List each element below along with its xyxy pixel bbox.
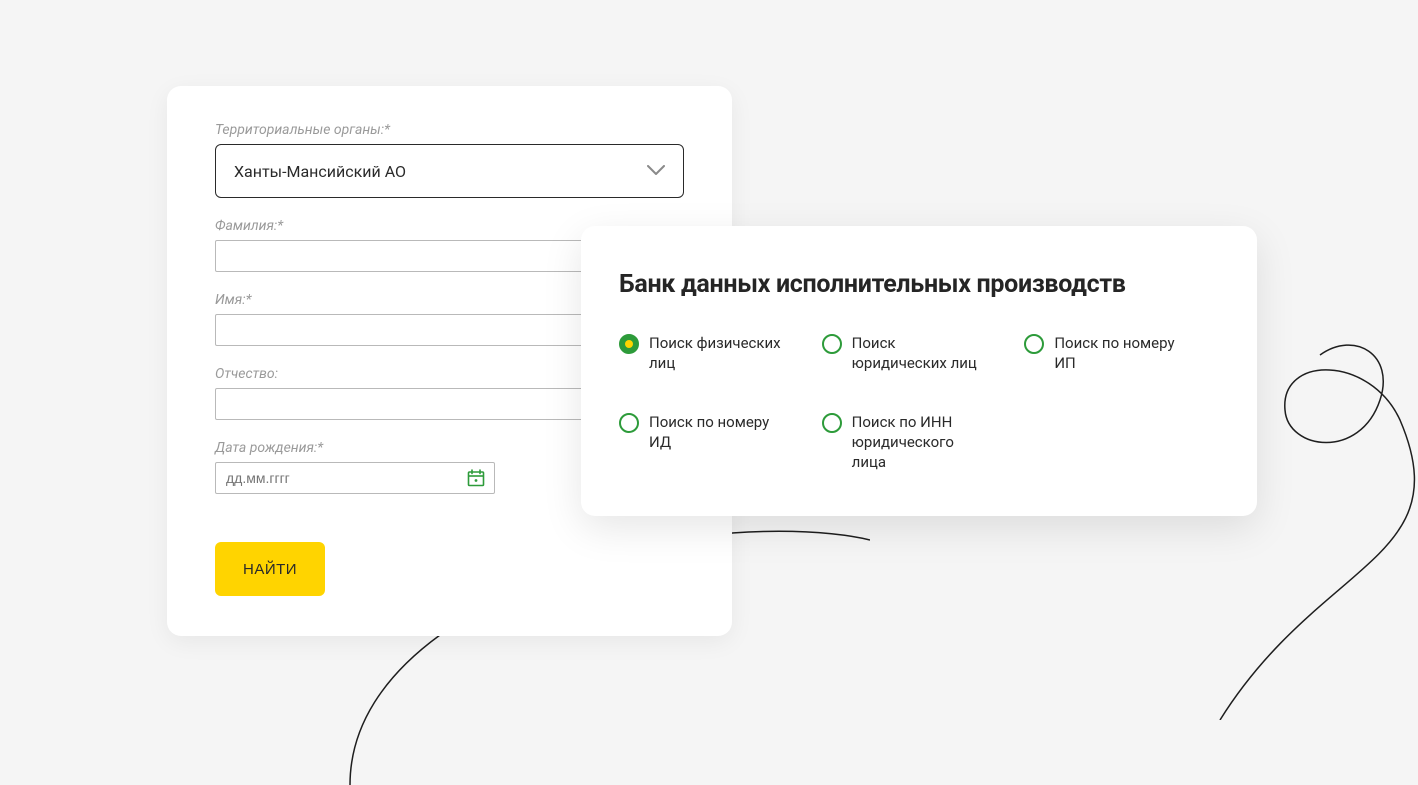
radio-label: Поиск по номеру ИП bbox=[1054, 333, 1194, 374]
chevron-down-icon bbox=[647, 165, 665, 177]
radio-circle-icon bbox=[822, 413, 842, 433]
search-type-radio-group: Поиск физических лиц Поиск юридических л… bbox=[619, 333, 1219, 472]
radio-circle-icon bbox=[1024, 334, 1044, 354]
radio-label: Поиск юридических лиц bbox=[852, 333, 992, 374]
territory-select[interactable]: Ханты-Мансийский АО bbox=[215, 144, 684, 198]
territory-selected-value: Ханты-Мансийский АО bbox=[234, 162, 406, 181]
radio-search-individuals[interactable]: Поиск физических лиц bbox=[619, 333, 814, 374]
territory-field-group: Территориальные органы:* Ханты-Мансийски… bbox=[215, 122, 684, 198]
search-type-card: Банк данных исполнительных производств П… bbox=[581, 226, 1257, 516]
radio-circle-icon bbox=[822, 334, 842, 354]
dob-input-wrap bbox=[215, 462, 495, 494]
radio-search-by-ip-number[interactable]: Поиск по номеру ИП bbox=[1024, 333, 1219, 374]
radio-circle-icon bbox=[619, 334, 639, 354]
radio-search-by-inn[interactable]: Поиск по ИНН юридического лица bbox=[822, 412, 1017, 473]
territory-label: Территориальные органы:* bbox=[215, 122, 684, 138]
radio-search-by-id-number[interactable]: Поиск по номеру ИД bbox=[619, 412, 814, 473]
radio-label: Поиск по ИНН юридического лица bbox=[852, 412, 992, 473]
find-button[interactable]: НАЙТИ bbox=[215, 542, 325, 596]
radio-label: Поиск по номеру ИД bbox=[649, 412, 789, 453]
radio-label: Поиск физических лиц bbox=[649, 333, 789, 374]
dob-input[interactable] bbox=[215, 462, 495, 494]
calendar-icon[interactable] bbox=[467, 469, 485, 487]
search-panel-title: Банк данных исполнительных производств bbox=[619, 270, 1219, 299]
radio-search-legal-entities[interactable]: Поиск юридических лиц bbox=[822, 333, 1017, 374]
radio-circle-icon bbox=[619, 413, 639, 433]
